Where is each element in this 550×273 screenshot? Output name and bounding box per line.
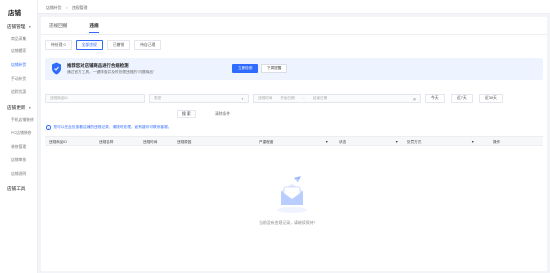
- sidebar-item[interactable]: 手动补货: [11, 77, 26, 82]
- banner-description: 通过官方工具，一键排查并及时处理违规的"问题商品": [67, 70, 155, 74]
- sidebar-item[interactable]: 手机店铺装修: [11, 118, 34, 123]
- column-header-penalty[interactable]: 处罚方式: [407, 140, 421, 145]
- search-button[interactable]: 搜 索: [177, 110, 196, 118]
- last-30-days-button[interactable]: 近30天: [479, 94, 503, 103]
- sidebar-group-label: 店铺工具: [7, 186, 26, 191]
- sidebar-item[interactable]: 装修管理: [11, 145, 26, 150]
- breadcrumb-item[interactable]: 店铺补货: [46, 5, 62, 11]
- filter-icon[interactable]: ▼: [325, 140, 329, 144]
- status-filter-tabs: 待处理 0 全部违规 已撤销 待自己理: [45, 40, 162, 50]
- banner-title: 推荐您对店铺商品进行合规检测: [67, 63, 129, 68]
- column-header-label: 处罚方式: [407, 140, 422, 144]
- sidebar-group-label: 店铺管理: [7, 24, 26, 29]
- info-icon: i: [46, 125, 51, 130]
- sidebar-group-label: 店铺更新: [7, 105, 26, 110]
- date-range-separator: ~: [302, 96, 305, 101]
- last-7-days-button[interactable]: 近7天: [451, 94, 473, 103]
- sidebar-item[interactable]: 商品采集: [11, 37, 26, 42]
- column-header-status[interactable]: 状态: [339, 140, 346, 145]
- type-select[interactable]: 类型 ▼: [149, 94, 249, 103]
- remind-next-week-button[interactable]: 下周提醒: [261, 64, 288, 73]
- column-header-label: 严重程度: [259, 140, 274, 144]
- shield-icon: [52, 62, 61, 75]
- date-start: 开始日期: [280, 96, 295, 100]
- product-id-input[interactable]: 违规商品ID: [45, 94, 145, 103]
- chevron-down-icon: ▼: [28, 25, 32, 29]
- subtab-pending[interactable]: 待处理 0: [45, 40, 72, 50]
- date-end: 结束日期: [312, 96, 328, 100]
- table-header: 违规商品ID 违规名称 违规时间 违规原因 严重程度 ▼ 状态 ▼ 处罚方式 ▼…: [45, 136, 543, 146]
- chevron-down-icon: ▼: [241, 96, 244, 101]
- sidebar: 店铺 店铺管理 ▼ 商品采集 店铺搬家 店铺补货 手动补货 追踪优惠 店铺更新 …: [0, 0, 39, 273]
- info-hint: i 您可以在此处查看店铺的违规记录，请按时处理，如有疑问可联系客服。: [46, 125, 172, 130]
- column-header: 违规商品ID: [49, 140, 67, 144]
- brand-logo: 店铺: [8, 10, 21, 17]
- sidebar-group-store-tools[interactable]: 店铺工具: [7, 186, 25, 192]
- sidebar-item[interactable]: 追踪优惠: [11, 90, 26, 95]
- compliance-banner: 推荐您对店铺商品进行合规检测 通过官方工具，一键排查并及时处理违规的"问题商品"…: [45, 58, 543, 80]
- column-header: 操作: [493, 140, 501, 144]
- column-header-label: 状态: [339, 140, 347, 144]
- chevron-down-icon: ▼: [28, 106, 32, 110]
- top-bar: 店铺补货 > 违规管理: [38, 0, 550, 14]
- sidebar-group-store-update[interactable]: 店铺更新 ▼: [7, 105, 31, 111]
- sidebar-item[interactable]: 店铺审核: [11, 158, 26, 163]
- subtab-all[interactable]: 全部违规: [75, 40, 103, 50]
- breadcrumb-separator: >: [65, 5, 68, 10]
- main-panel: 违规回撤 违规 待处理 0 全部违规 已撤销 待自己理 推荐您对店铺商品进行合规…: [41, 17, 547, 271]
- subtab-revoked[interactable]: 已撤销: [106, 40, 131, 50]
- reset-filters-link[interactable]: 清除条件: [215, 112, 230, 117]
- breadcrumb: 店铺补货 > 违规管理: [46, 5, 87, 11]
- type-placeholder: 类型: [154, 96, 162, 100]
- sidebar-item[interactable]: 店铺说明: [11, 172, 26, 177]
- tab-violation-withdraw[interactable]: 违规回撤: [49, 23, 67, 29]
- tab-violation[interactable]: 违规: [89, 23, 99, 33]
- column-header: 违规时间: [143, 140, 158, 144]
- filter-icon[interactable]: ▼: [471, 140, 475, 144]
- breadcrumb-item-current: 违规管理: [71, 5, 88, 10]
- date-range-picker[interactable]: 违规时间 开始日期 ~ 结束日期 ▦: [253, 94, 421, 103]
- filter-icon[interactable]: ▼: [395, 140, 399, 144]
- subtab-self-handle[interactable]: 待自己理: [134, 40, 162, 50]
- tab-bar: 违规回撤 违规: [49, 23, 99, 33]
- sidebar-group-store-manage[interactable]: 店铺管理 ▼: [7, 24, 31, 30]
- empty-mailbox-icon: [277, 176, 307, 213]
- product-id-placeholder: 违规商品ID: [50, 96, 68, 100]
- column-header: 违规名称: [99, 140, 114, 144]
- sidebar-item-active[interactable]: 店铺补货: [0, 61, 39, 69]
- detect-now-button[interactable]: 立即检测: [232, 64, 259, 73]
- sidebar-item[interactable]: PC店铺装修: [11, 131, 31, 136]
- hint-text: 您可以在此处查看店铺的违规记录，请按时处理，如有疑问可联系客服。: [53, 125, 172, 129]
- sidebar-item[interactable]: 店铺搬家: [11, 49, 26, 54]
- calendar-icon: ▦: [413, 96, 416, 101]
- empty-state-text: 当前没有违规记录，请继续保持！: [259, 220, 318, 225]
- today-button[interactable]: 今天: [425, 94, 445, 103]
- tab-divider: [41, 34, 547, 35]
- column-header-severity[interactable]: 严重程度: [259, 140, 273, 145]
- date-range-label: 违规时间: [258, 96, 273, 100]
- column-header: 违规原因: [177, 140, 192, 144]
